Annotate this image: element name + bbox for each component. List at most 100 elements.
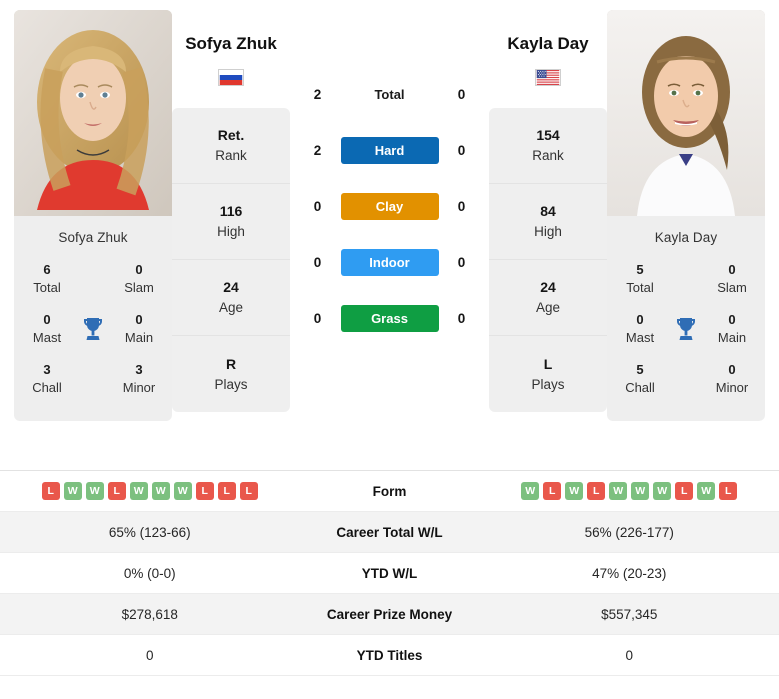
- title-value: 0: [728, 262, 736, 277]
- stat-high: 116 High: [172, 184, 290, 260]
- left-form-cell: LWWLWWWLLL: [0, 476, 300, 506]
- stat-plays: R Plays: [172, 336, 290, 412]
- title-value: 0: [728, 362, 736, 377]
- title-label: Minor: [122, 380, 156, 395]
- title-stat: 5 Total: [617, 261, 663, 297]
- title-stat: 0 Slam: [116, 261, 162, 297]
- title-label: Mast: [32, 330, 62, 345]
- title-label: Chall: [32, 380, 62, 395]
- row-label: YTD Titles: [356, 647, 423, 663]
- form-badge-win: W: [609, 482, 628, 500]
- right-surface-value: 0: [457, 142, 466, 158]
- row-label: YTD W/L: [361, 565, 418, 581]
- left-player-name[interactable]: Sofya Zhuk: [172, 34, 290, 54]
- left-player-column: Sofya Zhuk 6 Total 0 Slam 0 Mast 0 Main …: [14, 10, 172, 421]
- left-player-card[interactable]: Sofya Zhuk 6 Total 0 Slam 0 Mast 0 Main …: [14, 10, 172, 421]
- right-photo-caption: Kayla Day: [654, 230, 718, 245]
- title-stat: 0 Slam: [709, 261, 755, 297]
- titles-row: 5 Total 0 Slam: [617, 257, 755, 307]
- left-surface-value: 0: [313, 254, 322, 270]
- stat-value: L: [543, 355, 553, 372]
- right-player-name[interactable]: Kayla Day: [489, 34, 607, 54]
- form-badge-loss: L: [675, 482, 694, 500]
- row-label: Career Prize Money: [326, 606, 453, 622]
- table-row-ytd-wl: 0% (0-0) YTD W/L 47% (20-23): [0, 553, 779, 594]
- form-badge-win: W: [63, 482, 82, 500]
- surface-label-total: Total: [374, 86, 405, 102]
- form-badge-win: W: [697, 482, 716, 500]
- title-stat: 0 Main: [116, 311, 162, 347]
- left-form-strip: LWWLWWWLLL: [8, 482, 292, 500]
- stat-value: R: [225, 355, 237, 372]
- right-value: 47% (20-23): [592, 565, 667, 581]
- left-player-photo: [14, 10, 172, 216]
- left-value: 0: [145, 647, 154, 663]
- surface-comparison: 2 Total 0 2 Hard 0 0 Clay 0 0 Indoor 0 0: [294, 10, 485, 346]
- table-row-form: LWWLWWWLLL Form WLWLWWWLWL: [0, 471, 779, 512]
- title-stat: 3 Minor: [116, 361, 162, 397]
- surface-badge-indoor[interactable]: Indoor: [340, 248, 439, 276]
- left-stat-column: Sofya Zhuk Ret. Rank 116 High 24 Age R P…: [172, 10, 290, 412]
- stat-label: High: [217, 224, 245, 239]
- title-label: Total: [626, 280, 654, 295]
- row-label: Form: [372, 483, 407, 499]
- title-value: 5: [636, 262, 644, 277]
- title-label: Mast: [625, 330, 655, 345]
- title-stat: 3 Chall: [24, 361, 70, 397]
- surface-badge-grass[interactable]: Grass: [340, 304, 439, 332]
- comparison-stats-table: LWWLWWWLLL Form WLWLWWWLWL 65% (123-66) …: [0, 470, 779, 676]
- form-badge-loss: L: [719, 482, 738, 500]
- stat-label: Rank: [215, 148, 247, 163]
- title-stat: 0 Minor: [709, 361, 755, 397]
- right-player-photo: [607, 10, 765, 216]
- left-surface-value: 0: [313, 198, 322, 214]
- title-value: 6: [43, 262, 51, 277]
- stat-label: Plays: [531, 376, 565, 392]
- title-label: Total: [33, 280, 61, 295]
- stat-value: Ret.: [217, 127, 245, 143]
- right-form-strip: WLWLWWWLWL: [488, 482, 772, 500]
- surface-row-total: 2 Total 0: [294, 66, 485, 122]
- usa-flag-icon: [535, 69, 561, 86]
- stat-value: 24: [540, 279, 556, 295]
- right-stat-column: Kayla Day 154 Rank 84 High 24 Age L Play…: [489, 10, 607, 412]
- left-titles-grid: 6 Total 0 Slam 0 Mast 0 Main 3 Chall 3 M…: [14, 257, 172, 421]
- form-badge-loss: L: [195, 482, 214, 500]
- comparison-header: Sofya Zhuk 6 Total 0 Slam 0 Mast 0 Main …: [0, 0, 779, 470]
- stat-label: High: [534, 224, 562, 239]
- right-name-block: Kayla Day: [489, 34, 607, 86]
- titles-row: 0 Mast 0 Main: [617, 307, 755, 357]
- title-value: 0: [43, 312, 51, 327]
- left-value: 65% (123-66): [108, 524, 191, 540]
- stat-label: Rank: [532, 148, 564, 163]
- stat-value: 154: [536, 127, 560, 143]
- left-surface-value: 0: [313, 310, 322, 326]
- form-badge-loss: L: [239, 482, 258, 500]
- titles-row: 5 Chall 0 Minor: [617, 357, 755, 407]
- title-label: Main: [124, 330, 154, 345]
- title-value: 0: [135, 262, 143, 277]
- form-badge-win: W: [521, 482, 540, 500]
- title-label: Main: [717, 330, 747, 345]
- left-name-block: Sofya Zhuk: [172, 34, 290, 86]
- stat-age: 24 Age: [172, 260, 290, 336]
- form-badge-win: W: [85, 482, 104, 500]
- form-badge-win: W: [129, 482, 148, 500]
- right-value: 0: [625, 647, 633, 663]
- title-stat: 0 Main: [709, 311, 755, 347]
- right-player-card[interactable]: Kayla Day 5 Total 0 Slam 0 Mast 0 Main 5…: [607, 10, 765, 421]
- form-badge-win: W: [631, 482, 650, 500]
- right-player-column: Kayla Day 5 Total 0 Slam 0 Mast 0 Main 5…: [607, 10, 765, 421]
- stat-value: 116: [219, 203, 243, 219]
- stat-age: 24 Age: [489, 260, 607, 336]
- surface-badge-clay[interactable]: Clay: [340, 192, 439, 220]
- trophy-icon: [76, 316, 110, 342]
- table-row-ytd-titles: 0 YTD Titles 0: [0, 635, 779, 676]
- form-badge-win: W: [565, 482, 584, 500]
- stat-rank: 154 Rank: [489, 108, 607, 184]
- stat-value: 24: [223, 279, 239, 295]
- surface-row-grass: 0 Grass 0: [294, 290, 485, 346]
- right-surface-value: 0: [457, 310, 466, 326]
- title-value: 5: [636, 362, 644, 377]
- surface-badge-hard[interactable]: Hard: [340, 136, 439, 164]
